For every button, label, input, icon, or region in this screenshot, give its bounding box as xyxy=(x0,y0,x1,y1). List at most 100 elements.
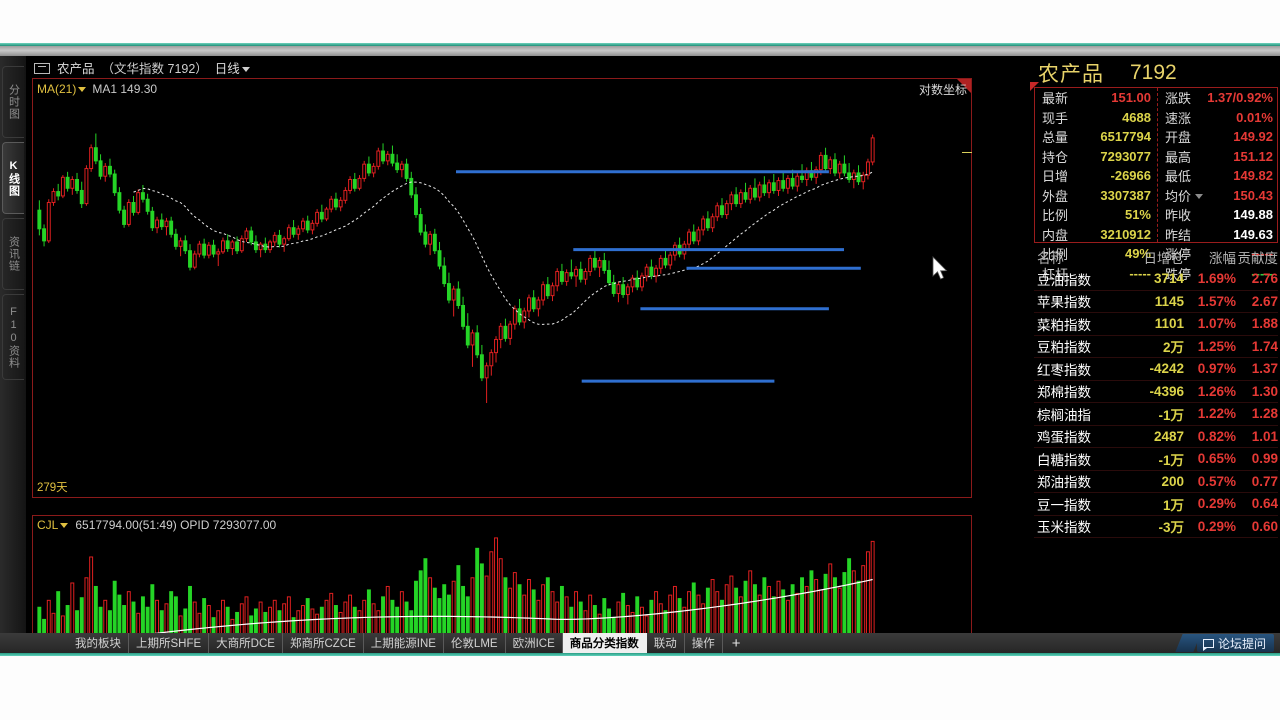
quote-row-key: 最低 xyxy=(1165,169,1192,185)
table-row[interactable]: 棕榈油指 -1万 1.22% 1.28 xyxy=(1034,403,1278,426)
quote-row-value: 4688 xyxy=(1122,109,1151,125)
quote-row-left-7: 内盘 3210912 xyxy=(1035,225,1157,245)
cell-name: 苹果指数 xyxy=(1037,295,1091,311)
cell-name: 鸡蛋指数 xyxy=(1037,430,1091,446)
cell-change: 0.82% xyxy=(1197,428,1236,444)
table-row[interactable]: 玉米指数 -3万 0.29% 0.60 xyxy=(1034,516,1278,538)
contribution-table-body: 豆油指数 3714 1.69% 2.76 苹果指数 1145 1.57% 2.6… xyxy=(1034,268,1278,538)
table-row[interactable]: 红枣指数 -4242 0.97% 1.37 xyxy=(1034,358,1278,381)
quote-row-right-6: 昨收 149.88 xyxy=(1158,205,1279,225)
volume-indicator-selector[interactable]: CJL xyxy=(37,518,69,532)
sidebar-item-label: 资讯链 xyxy=(7,236,20,272)
sidebar-item-f10-data[interactable]: F10资料 xyxy=(2,294,24,380)
market-tab-2[interactable]: 大商所DCE xyxy=(209,633,283,653)
sidebar-item-timeshare-chart[interactable]: 分时图 xyxy=(2,66,24,138)
table-row[interactable]: 鸡蛋指数 2487 0.82% 1.01 xyxy=(1034,426,1278,448)
table-row[interactable]: 苹果指数 1145 1.57% 2.67 xyxy=(1034,291,1278,313)
cell-oi: -4242 xyxy=(1149,361,1184,377)
table-row[interactable]: 郑油指数 200 0.57% 0.77 xyxy=(1034,471,1278,493)
quote-row-value: 0.01% xyxy=(1236,109,1273,125)
sidebar-item-kline-chart[interactable]: K线图 xyxy=(2,142,24,214)
chevron-down-icon xyxy=(241,66,250,72)
market-tab-1[interactable]: 上期所SHFE xyxy=(129,633,210,653)
cell-oi: -3万 xyxy=(1158,520,1184,536)
quote-row-key: 现手 xyxy=(1042,110,1069,126)
add-market-tab-button[interactable]: + xyxy=(723,636,750,651)
quote-row-value: 3210912 xyxy=(1100,226,1151,242)
cell-contrib: 0.77 xyxy=(1251,473,1278,489)
column-header-name: 名称 xyxy=(1037,251,1064,266)
sidebar-item-news-chain[interactable]: 资讯链 xyxy=(2,218,24,290)
quote-row-value: 149.63 xyxy=(1233,226,1273,242)
top-gray-toolbar[interactable] xyxy=(0,46,1280,56)
market-tab-8[interactable]: 联动 xyxy=(647,633,685,653)
cell-oi: 200 xyxy=(1161,473,1184,489)
cell-oi: 2487 xyxy=(1153,428,1184,444)
quote-stats-left-column: 最新 151.00 现手 4688 总量 6517794 持仓 7293077 … xyxy=(1035,88,1157,282)
candlestick-canvas xyxy=(37,133,875,404)
quote-row-value: 149.88 xyxy=(1233,207,1273,223)
quote-row-left-4: 日增 -26966 xyxy=(1035,166,1157,186)
market-tab-3[interactable]: 郑商所CZCE xyxy=(283,633,364,653)
market-tab-6[interactable]: 欧洲ICE xyxy=(506,633,563,653)
cell-contrib: 0.64 xyxy=(1251,496,1278,512)
bottom-white-band xyxy=(0,656,1280,720)
cell-name: 豆一指数 xyxy=(1037,497,1091,513)
chart-column: 农产品 （文华指数 7192） 日线 MA(21) MA1 149.30 对数坐… xyxy=(26,56,1030,677)
cell-name: 豆粕指数 xyxy=(1037,340,1091,356)
trading-app-window: 分时图 K线图 资讯链 F10资料 农产品 （文华指数 7192） 日线 MA(… xyxy=(0,0,1280,720)
cell-change: 0.65% xyxy=(1197,451,1236,467)
table-row[interactable]: 白糖指数 -1万 0.65% 0.99 xyxy=(1034,448,1278,471)
ma-label: MA(21) xyxy=(37,82,77,96)
quote-row-right-2: 开盘 149.92 xyxy=(1158,127,1279,147)
cell-change: 0.97% xyxy=(1197,361,1236,377)
market-tab-9[interactable]: 操作 xyxy=(685,633,723,653)
contribution-table-header: 名称 日增仓 涨幅 贡献度 xyxy=(1034,246,1278,268)
quote-row-right-1: 速涨 0.01% xyxy=(1158,108,1279,128)
quote-row-left-3: 持仓 7293077 xyxy=(1035,147,1157,167)
market-tab-bar: 我的板块 上期所SHFE 大商所DCE 郑商所CZCE 上期能源INE 伦敦LME 欧洲IC… xyxy=(0,633,1280,653)
log-scale-toggle[interactable]: 对数坐标 xyxy=(919,81,967,98)
price-chart-pane[interactable]: MA(21) MA1 149.30 对数坐标 279天 xyxy=(32,78,972,498)
market-tab-5[interactable]: 伦敦LME xyxy=(444,633,506,653)
quote-row-right-4: 最低 149.82 xyxy=(1158,166,1279,186)
cell-oi: 3714 xyxy=(1153,271,1184,287)
quote-row-key: 昨收 xyxy=(1165,208,1192,224)
volume-indicator-line: CJL 6517794.00(51:49) OPID 7293077.00 xyxy=(37,517,276,532)
chevron-down-icon xyxy=(60,522,69,528)
market-tab-4[interactable]: 上期能源INE xyxy=(364,633,444,653)
forum-button-label: 论坛提问 xyxy=(1217,636,1266,651)
table-row[interactable]: 豆粕指数 2万 1.25% 1.74 xyxy=(1034,336,1278,358)
quote-name: 农产品 xyxy=(1038,63,1104,86)
table-row[interactable]: 豆一指数 1万 0.29% 0.64 xyxy=(1034,493,1278,516)
sidebar-item-label: F10资料 xyxy=(7,305,20,369)
quote-row-key: 均价 xyxy=(1165,186,1204,205)
cell-contrib: 1.88 xyxy=(1251,316,1278,332)
quote-row-key: 比例 xyxy=(1042,208,1069,224)
application-frame: 分时图 K线图 资讯链 F10资料 农产品 （文华指数 7192） 日线 MA(… xyxy=(0,56,1280,677)
cell-oi: 2万 xyxy=(1162,340,1184,356)
table-row[interactable]: 菜粕指数 1101 1.07% 1.88 xyxy=(1034,313,1278,336)
cell-name: 棕榈油指 xyxy=(1037,407,1091,423)
period-selector[interactable]: 日线 xyxy=(215,58,250,77)
quote-row-key: 日增 xyxy=(1042,169,1069,185)
cell-change: 1.22% xyxy=(1197,406,1236,422)
ma-selector[interactable]: MA(21) xyxy=(37,82,87,96)
quote-row-key: 速涨 xyxy=(1165,110,1192,126)
forum-question-button[interactable]: 论坛提问 xyxy=(1196,634,1274,652)
quote-row-value: 150.43 xyxy=(1233,187,1273,203)
top-white-band xyxy=(0,0,1280,43)
quote-row-left-0: 最新 151.00 xyxy=(1035,88,1157,108)
column-header-change: 涨幅 xyxy=(1209,251,1236,266)
chevron-down-icon[interactable] xyxy=(1195,193,1204,199)
quote-row-left-5: 外盘 3307387 xyxy=(1035,186,1157,206)
quote-row-key: 昨结 xyxy=(1165,227,1192,243)
table-row[interactable]: 豆油指数 3714 1.69% 2.76 xyxy=(1034,268,1278,291)
table-row[interactable]: 郑棉指数 -4396 1.26% 1.30 xyxy=(1034,381,1278,403)
column-header-contrib: 贡献度 xyxy=(1237,251,1279,266)
sidebar-item-label: 分时图 xyxy=(7,84,20,120)
market-tab-0[interactable]: 我的板块 xyxy=(68,633,129,653)
quote-row-right-3: 最高 151.12 xyxy=(1158,147,1279,167)
market-tab-7[interactable]: 商品分类指数 xyxy=(562,633,647,653)
quote-row-left-2: 总量 6517794 xyxy=(1035,127,1157,147)
